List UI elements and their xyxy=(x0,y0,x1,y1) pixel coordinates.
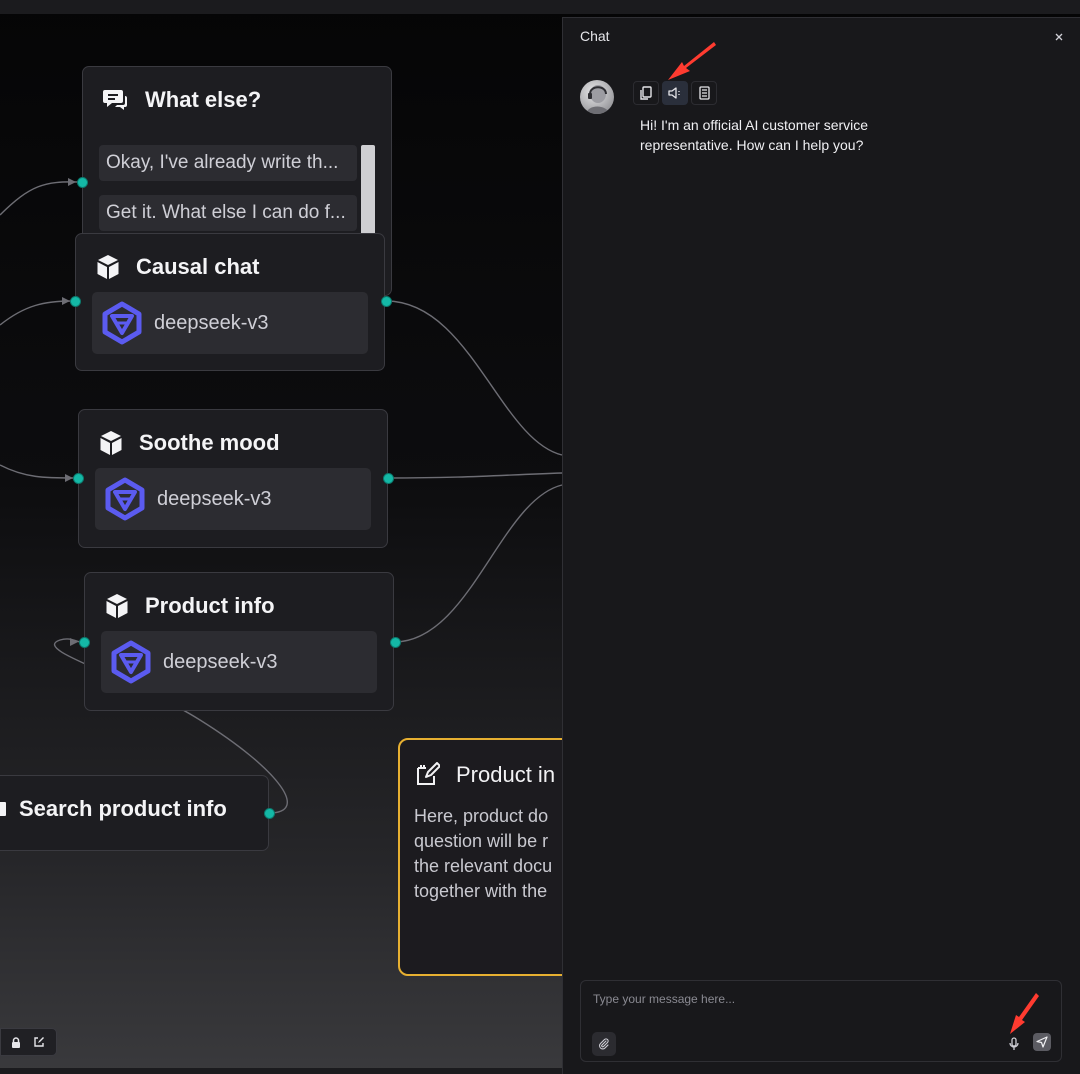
edge-to-causal-chat xyxy=(0,300,73,326)
copy-button[interactable] xyxy=(633,81,659,105)
edge-product-info-out xyxy=(393,484,563,643)
message-actions xyxy=(633,81,717,105)
node-title: Product info xyxy=(105,591,275,621)
option-item[interactable]: Okay, I've already write th... xyxy=(99,145,357,181)
send-icon xyxy=(1036,1036,1048,1048)
node-title-text: Product info xyxy=(145,593,275,618)
edge-causal-chat-out xyxy=(385,300,563,456)
node-soothe-mood[interactable]: Soothe mood deepseek-v3 xyxy=(78,409,388,548)
cube-icon xyxy=(106,594,128,618)
node-title-text: What else? xyxy=(145,87,262,112)
node-title: Search product info xyxy=(0,794,227,824)
references-button[interactable] xyxy=(691,81,717,105)
options-scrollbar[interactable] xyxy=(361,145,375,237)
note-title: Product in xyxy=(414,762,555,788)
avatar xyxy=(580,80,614,114)
edge-arrow-soothe-mood xyxy=(65,474,73,482)
llm-logo-icon xyxy=(105,477,145,521)
microphone-icon xyxy=(1009,1037,1019,1050)
read-aloud-button[interactable] xyxy=(662,81,688,105)
voice-input-button[interactable] xyxy=(1004,1033,1024,1055)
message-input[interactable] xyxy=(591,989,1045,1009)
attach-button[interactable] xyxy=(592,1032,616,1056)
canvas-toolbar xyxy=(0,1028,57,1056)
output-handle[interactable] xyxy=(383,473,394,484)
output-handle[interactable] xyxy=(264,808,275,819)
paperclip-icon xyxy=(599,1038,609,1050)
edit-note-icon xyxy=(417,762,440,785)
edge-soothe-mood-out xyxy=(387,472,563,479)
llm-logo-icon xyxy=(111,640,151,684)
edge-to-what-else xyxy=(0,181,79,216)
agent-avatar-icon xyxy=(586,85,610,114)
input-handle[interactable] xyxy=(77,177,88,188)
cube-icon xyxy=(97,255,119,279)
model-name: deepseek-v3 xyxy=(163,650,278,673)
node-title: Causal chat xyxy=(96,252,260,282)
edit-icon[interactable] xyxy=(33,1036,45,1048)
copy-icon xyxy=(640,86,652,100)
model-selector[interactable]: deepseek-v3 xyxy=(92,292,368,354)
output-handle[interactable] xyxy=(381,296,392,307)
input-handle[interactable] xyxy=(79,637,90,648)
edge-arrow-product-info xyxy=(70,638,78,646)
node-title-text: Search product info xyxy=(19,796,227,821)
model-selector[interactable]: deepseek-v3 xyxy=(101,631,377,693)
edge-arrow-causal-chat xyxy=(62,297,70,305)
top-bar xyxy=(0,0,1080,14)
chat-title: Chat xyxy=(580,28,610,44)
input-handle[interactable] xyxy=(73,473,84,484)
output-handle[interactable] xyxy=(390,637,401,648)
message-composer xyxy=(580,980,1062,1062)
lock-icon[interactable] xyxy=(11,1036,21,1048)
option-item[interactable]: Get it. What else I can do f... xyxy=(99,195,357,231)
cube-icon xyxy=(100,431,122,455)
node-title-text: Soothe mood xyxy=(139,430,280,455)
edge-to-soothe-mood xyxy=(0,464,76,479)
close-icon[interactable] xyxy=(1052,30,1066,44)
llm-logo-icon xyxy=(102,301,142,345)
notebook-icon xyxy=(698,86,710,100)
node-search-product-info[interactable]: Search product info xyxy=(0,775,269,851)
edge-arrow-what-else xyxy=(68,178,76,186)
node-title-text: Causal chat xyxy=(136,254,260,279)
book-icon xyxy=(0,802,6,816)
chat-panel: Chat Hi! I'm an official AI customer ser… xyxy=(562,17,1080,1074)
model-selector[interactable]: deepseek-v3 xyxy=(95,468,371,530)
node-title: Soothe mood xyxy=(99,428,280,458)
model-name: deepseek-v3 xyxy=(157,487,272,510)
assistant-message: Hi! I'm an official AI customer service … xyxy=(640,117,869,153)
node-title: What else? xyxy=(103,85,261,115)
input-handle[interactable] xyxy=(70,296,81,307)
chat-bubbles-icon xyxy=(103,90,127,110)
note-title-text: Product in xyxy=(456,762,556,787)
node-causal-chat[interactable]: Causal chat deepseek-v3 xyxy=(75,233,385,371)
send-button[interactable] xyxy=(1033,1033,1051,1051)
speaker-icon xyxy=(668,87,680,99)
node-product-info[interactable]: Product info deepseek-v3 xyxy=(84,572,394,711)
model-name: deepseek-v3 xyxy=(154,311,269,334)
